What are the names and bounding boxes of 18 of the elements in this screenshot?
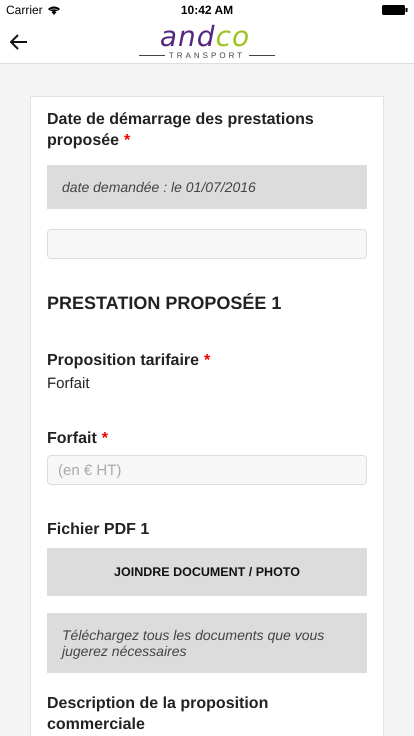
carrier-label: Carrier (6, 3, 43, 17)
field-label: Forfait * (47, 429, 108, 449)
input-field[interactable] (47, 229, 367, 259)
input-field[interactable]: (en € HT) (47, 455, 367, 485)
battery-icon (382, 5, 408, 15)
wifi-icon (46, 5, 61, 15)
back-arrow-icon[interactable] (10, 34, 28, 50)
info-note: Téléchargez tous les documents que vous jugerez nécessaires (47, 613, 367, 673)
clock-time: 10:42 AM (180, 3, 234, 17)
field-label: Description de la proposition commerciale (47, 694, 270, 735)
logo: andco TRANSPORT (138, 22, 276, 60)
attach-button[interactable]: JOINDRE DOCUMENT / PHOTO (47, 548, 367, 596)
field-value: Forfait (47, 375, 91, 392)
field-label: Date de démarrage des prestations proposée * (47, 110, 315, 151)
field-label: Fichier PDF 1 (47, 520, 150, 540)
info-note: date demandée : le 01/07/2016 (47, 165, 367, 209)
field-label: Proposition tarifaire * (47, 351, 210, 371)
section-heading: PRESTATION PROPOSÉE 1 (47, 293, 282, 314)
